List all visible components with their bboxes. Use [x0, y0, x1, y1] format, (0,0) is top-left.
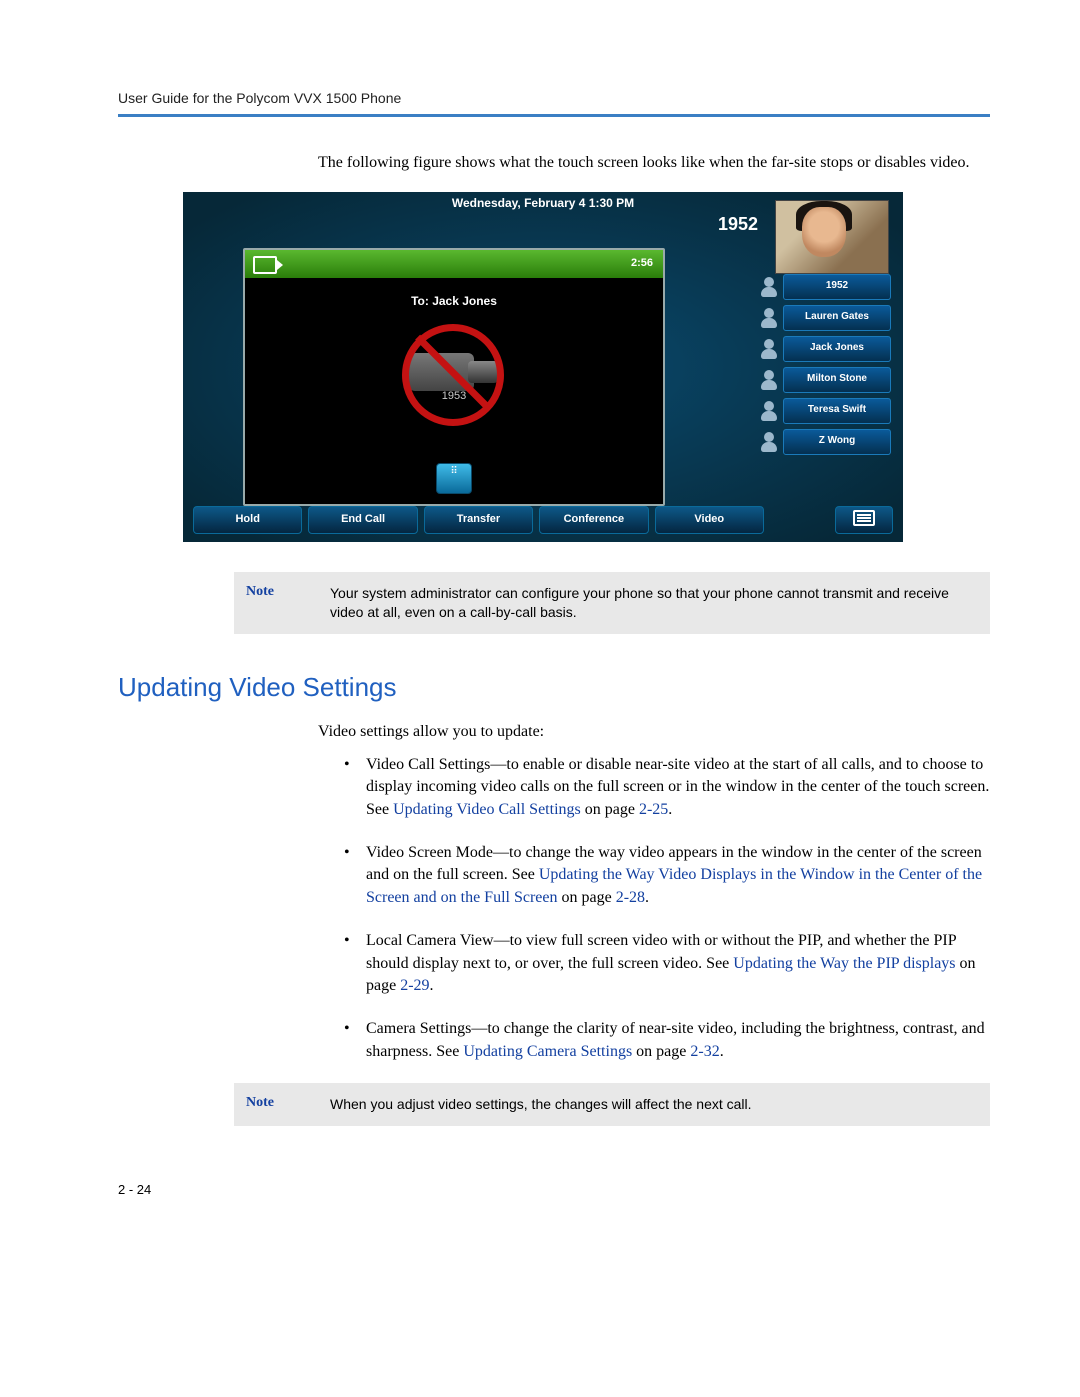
list-item: Video Call Settings—to enable or disable…: [338, 754, 990, 822]
section-heading: Updating Video Settings: [118, 672, 990, 703]
menu-icon: [853, 510, 875, 526]
person-icon: [759, 430, 779, 454]
body-lead: Video settings allow you to update:: [318, 721, 990, 743]
intro-paragraph: The following figure shows what the touc…: [318, 152, 990, 174]
link-video-call-settings[interactable]: Updating Video Call Settings: [393, 801, 581, 818]
page-ref[interactable]: 2-28: [616, 889, 645, 906]
call-duration: 2:56: [631, 257, 653, 269]
contact-row[interactable]: Milton Stone: [759, 367, 891, 393]
softkey-endcall[interactable]: End Call: [308, 506, 417, 534]
bullet-list: Video Call Settings—to enable or disable…: [338, 754, 990, 1064]
softkey-bar: Hold End Call Transfer Conference Video: [193, 506, 893, 534]
call-to-label: To: Jack Jones: [245, 278, 663, 314]
page-number: 2 - 24: [118, 1182, 990, 1197]
note-label: Note: [234, 572, 330, 634]
person-icon: [759, 399, 779, 423]
person-icon: [759, 368, 779, 392]
list-item: Camera Settings—to change the clarity of…: [338, 1018, 990, 1063]
page-ref[interactable]: 2-25: [639, 801, 668, 818]
person-icon: [759, 306, 779, 330]
phone-screenshot: Wednesday, February 4 1:30 PM 1952 2:56 …: [183, 192, 903, 542]
note-label: Note: [234, 1083, 330, 1126]
person-icon: [759, 275, 779, 299]
contact-row[interactable]: Teresa Swift: [759, 398, 891, 424]
phone-extension: 1952: [718, 214, 758, 235]
contact-row[interactable]: Jack Jones: [759, 336, 891, 362]
softkey-video[interactable]: Video: [655, 506, 764, 534]
link-pip-displays[interactable]: Updating the Way the PIP displays: [733, 955, 955, 972]
contact-row[interactable]: Lauren Gates: [759, 305, 891, 331]
note-text: Your system administrator can configure …: [330, 572, 990, 634]
video-header-bar: 2:56: [245, 250, 663, 278]
softkey-conference[interactable]: Conference: [539, 506, 648, 534]
page-header: User Guide for the Polycom VVX 1500 Phon…: [118, 90, 990, 117]
keypad-button[interactable]: ⠿: [436, 463, 472, 494]
page-ref[interactable]: 2-29: [400, 977, 429, 994]
no-video-icon: [384, 318, 524, 418]
note-block-1: Note Your system administrator can confi…: [234, 572, 990, 634]
note-block-2: Note When you adjust video settings, the…: [234, 1083, 990, 1126]
contact-list: 1952 Lauren Gates Jack Jones Milton Ston…: [759, 274, 891, 460]
camera-icon: [253, 256, 277, 274]
pip-window[interactable]: [775, 200, 889, 274]
list-item: Video Screen Mode—to change the way vide…: [338, 842, 990, 910]
list-item: Local Camera View—to view full screen vi…: [338, 930, 990, 998]
softkey-transfer[interactable]: Transfer: [424, 506, 533, 534]
contact-row[interactable]: 1952: [759, 274, 891, 300]
page-ref[interactable]: 2-32: [690, 1043, 719, 1060]
video-window: 2:56 To: Jack Jones 1953 ⠿: [243, 248, 665, 506]
softkey-hold[interactable]: Hold: [193, 506, 302, 534]
person-icon: [759, 337, 779, 361]
note-text: When you adjust video settings, the chan…: [330, 1083, 768, 1126]
softkey-options[interactable]: [835, 506, 893, 534]
contact-row[interactable]: Z Wong: [759, 429, 891, 455]
link-camera-settings[interactable]: Updating Camera Settings: [463, 1043, 632, 1060]
